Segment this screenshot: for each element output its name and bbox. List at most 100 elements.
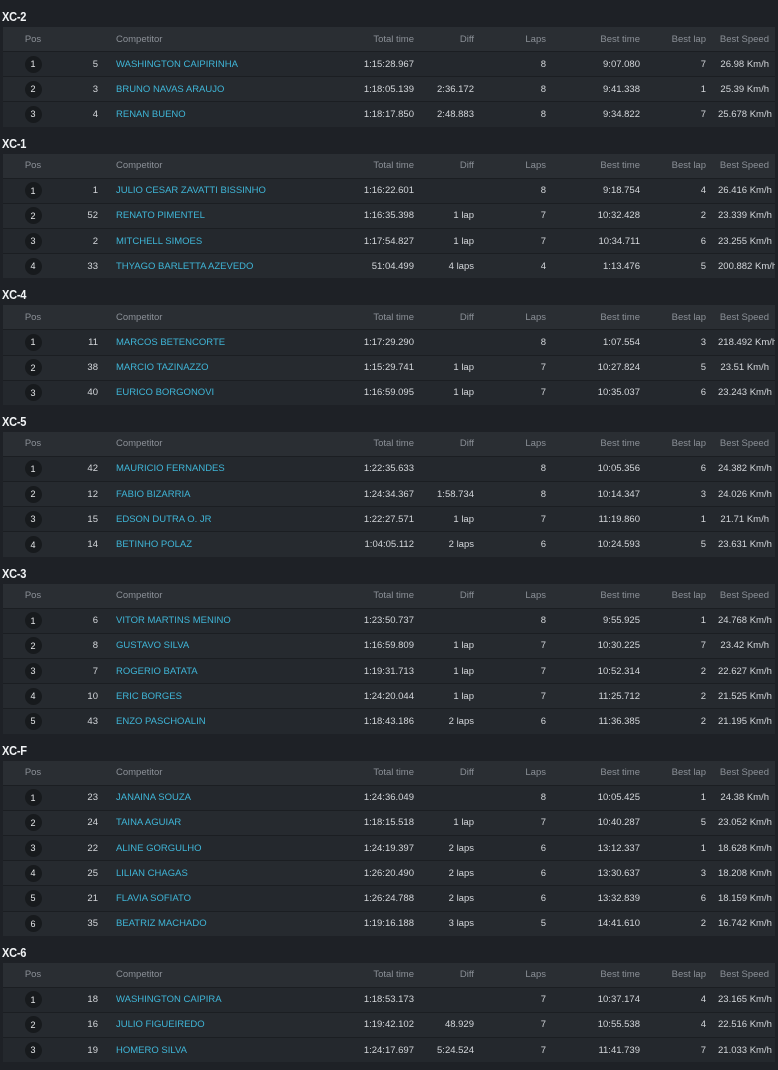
col-total-time-header: Total time bbox=[373, 438, 414, 450]
best-lap: 4 bbox=[700, 1019, 706, 1031]
total-time: 1:18:43.186 bbox=[363, 715, 414, 727]
competitor-link[interactable]: TAINA AGUIAR bbox=[108, 817, 318, 828]
bib-number: 35 bbox=[87, 918, 98, 930]
competitor-link[interactable]: FLAVIA SOFIATO bbox=[108, 893, 318, 904]
diff: 1 lap bbox=[453, 640, 474, 652]
total-time: 1:16:59.095 bbox=[363, 387, 414, 399]
competitor-link[interactable]: BETINHO POLAZ bbox=[108, 539, 318, 550]
col-best-time-header: Best time bbox=[600, 767, 640, 779]
total-time: 1:24:20.044 bbox=[363, 690, 414, 702]
laps: 8 bbox=[540, 83, 546, 95]
position-badge: 3 bbox=[24, 839, 42, 857]
competitor-link[interactable]: HOMERO SILVA bbox=[108, 1045, 318, 1056]
best-lap: 7 bbox=[700, 640, 706, 652]
total-time: 1:17:54.827 bbox=[363, 235, 414, 247]
total-time: 1:18:15.518 bbox=[363, 817, 414, 829]
table-header: Pos Competitor Total time Diff Laps Best… bbox=[3, 431, 775, 456]
best-lap: 6 bbox=[700, 463, 706, 475]
laps: 8 bbox=[540, 336, 546, 348]
best-speed: 23.51 Km/h bbox=[720, 362, 769, 374]
best-time: 9:41.338 bbox=[603, 83, 640, 95]
competitor-link[interactable]: EDSON DUTRA O. JR bbox=[108, 514, 318, 525]
best-time: 9:18.754 bbox=[603, 185, 640, 197]
competitor-link[interactable]: RENAN BUENO bbox=[108, 109, 318, 120]
position-badge: 1 bbox=[24, 612, 42, 630]
competitor-link[interactable]: VITOR MARTINS MENINO bbox=[108, 615, 318, 626]
col-laps-header: Laps bbox=[525, 160, 546, 172]
competitor-link[interactable]: JANAINA SOUZA bbox=[108, 792, 318, 803]
position-badge: 4 bbox=[24, 536, 42, 554]
diff: 1 lap bbox=[453, 387, 474, 399]
table-row: 5 21 FLAVIA SOFIATO 1:26:24.788 2 laps 6… bbox=[3, 885, 775, 911]
results-table: Pos Competitor Total time Diff Laps Best… bbox=[3, 27, 775, 127]
best-time: 1:13.476 bbox=[603, 260, 640, 272]
competitor-link[interactable]: JULIO CESAR ZAVATTI BISSINHO bbox=[108, 185, 318, 196]
bib-number: 43 bbox=[87, 715, 98, 727]
competitor-link[interactable]: MARCIO TAZINAZZO bbox=[108, 362, 318, 373]
best-time: 10:32.428 bbox=[597, 210, 640, 222]
col-best-time-header: Best time bbox=[600, 590, 640, 602]
position-badge: 1 bbox=[24, 460, 42, 478]
category-title: XC-2 bbox=[2, 9, 27, 24]
col-total-time-header: Total time bbox=[373, 767, 414, 779]
position-cell: 3 bbox=[3, 105, 63, 123]
competitor-link[interactable]: ERIC BORGES bbox=[108, 691, 318, 702]
best-time: 11:19.860 bbox=[598, 513, 640, 525]
category-header: XC-1 bbox=[0, 127, 778, 151]
bib-number: 23 bbox=[87, 792, 98, 804]
position-cell: 5 bbox=[3, 712, 63, 730]
position-badge: 2 bbox=[24, 207, 42, 225]
col-pos-header: Pos bbox=[24, 969, 42, 981]
col-laps-header: Laps bbox=[525, 311, 546, 323]
total-time: 1:17:29.290 bbox=[363, 336, 414, 348]
competitor-link[interactable]: WASHINGTON CAIPIRINHA bbox=[108, 59, 318, 70]
best-time: 11:36.385 bbox=[598, 715, 640, 727]
competitor-link[interactable]: ENZO PASCHOALIN bbox=[108, 716, 318, 727]
col-competitor-header: Competitor bbox=[116, 590, 163, 602]
competitor-link[interactable]: WASHINGTON CAIPIRA bbox=[108, 994, 318, 1005]
best-time: 11:41.739 bbox=[598, 1044, 640, 1056]
best-lap: 2 bbox=[700, 690, 706, 702]
position-cell: 1 bbox=[3, 333, 63, 351]
col-laps-header: Laps bbox=[525, 33, 546, 45]
position-cell: 2 bbox=[3, 359, 63, 377]
competitor-link[interactable]: ROGERIO BATATA bbox=[108, 666, 318, 677]
competitor-link[interactable]: LILIAN CHAGAS bbox=[108, 868, 318, 879]
results-table: Pos Competitor Total time Diff Laps Best… bbox=[3, 305, 775, 405]
col-total-time-header: Total time bbox=[373, 160, 414, 172]
competitor-link[interactable]: MAURICIO FERNANDES bbox=[108, 463, 318, 474]
competitor-link[interactable]: MARCOS BETENCORTE bbox=[108, 337, 318, 348]
best-speed: 23.255 Km/h bbox=[718, 235, 772, 247]
col-pos-header: Pos bbox=[24, 767, 42, 779]
col-competitor-header: Competitor bbox=[116, 969, 163, 981]
category-title: XC-F bbox=[2, 742, 27, 758]
competitor-link[interactable]: GUSTAVO SILVA bbox=[108, 640, 318, 651]
category-title: XC-4 bbox=[2, 287, 27, 303]
competitor-link[interactable]: FABIO BIZARRIA bbox=[108, 489, 318, 500]
competitor-link[interactable]: MITCHELL SIMOES bbox=[108, 236, 318, 247]
best-time: 11:25.712 bbox=[598, 690, 640, 702]
best-time: 10:27.824 bbox=[597, 362, 640, 374]
competitor-link[interactable]: THYAGO BARLETTA AZEVEDO bbox=[108, 261, 318, 272]
competitor-link[interactable]: BEATRIZ MACHADO bbox=[108, 918, 318, 929]
competitor-link[interactable]: RENATO PIMENTEL bbox=[108, 210, 318, 221]
col-laps-header: Laps bbox=[525, 590, 546, 602]
total-time: 1:04:05.112 bbox=[364, 539, 414, 551]
competitor-link[interactable]: EURICO BORGONOVI bbox=[108, 387, 318, 398]
bib-number: 38 bbox=[87, 362, 98, 374]
table-row: 3 7 ROGERIO BATATA 1:19:31.713 1 lap 7 1… bbox=[3, 658, 775, 684]
laps: 6 bbox=[540, 539, 546, 551]
category-title: XC-5 bbox=[2, 413, 27, 429]
competitor-link[interactable]: JULIO FIGUEIREDO bbox=[108, 1019, 318, 1030]
col-total-time-header: Total time bbox=[373, 969, 414, 981]
competitor-link[interactable]: ALINE GORGULHO bbox=[108, 843, 318, 854]
best-time: 10:24.593 bbox=[597, 539, 640, 551]
competitor-link[interactable]: BRUNO NAVAS ARAUJO bbox=[108, 84, 318, 95]
category-title: XC-3 bbox=[2, 565, 27, 581]
position-cell: 1 bbox=[3, 991, 63, 1009]
bib-number: 33 bbox=[87, 260, 98, 272]
best-speed: 21.033 Km/h bbox=[718, 1044, 772, 1056]
col-competitor-header: Competitor bbox=[116, 33, 163, 45]
bib-number: 5 bbox=[92, 58, 98, 70]
position-cell: 1 bbox=[3, 612, 63, 630]
